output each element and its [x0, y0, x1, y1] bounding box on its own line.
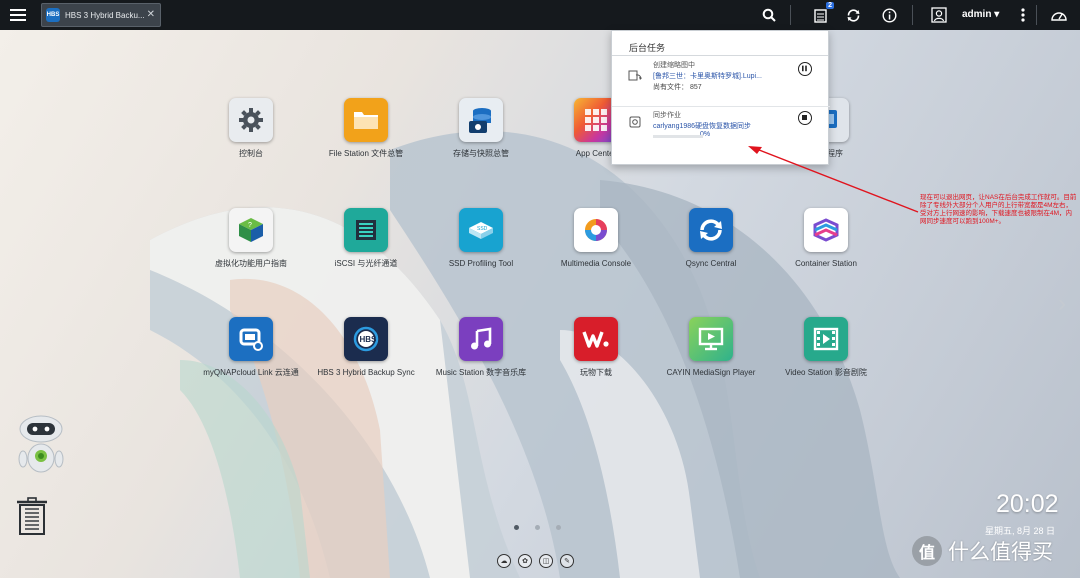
- stop-button[interactable]: [798, 111, 812, 125]
- app-hbs3[interactable]: HBS HBS 3 Hybrid Backup Sync: [311, 317, 421, 378]
- cloud-link-icon: [229, 317, 273, 361]
- app-label: 玩物下载: [580, 368, 612, 377]
- close-icon[interactable]: ✕: [147, 9, 155, 20]
- storage-icon: [459, 98, 503, 142]
- download-icon: [574, 317, 618, 361]
- task-item-thumbnail: 创建缩略图中 [鲁邦三世：卡里奥斯特罗城].Lupi... 尚有文件： 857: [612, 57, 830, 107]
- app-label: Qsync Central: [685, 259, 737, 268]
- hbs-tab-icon: HBS: [46, 8, 60, 22]
- info-icon[interactable]: [878, 4, 900, 26]
- dashboard-icon[interactable]: [1048, 4, 1070, 26]
- app-ssd-profiling[interactable]: SSD SSD Profiling Tool: [426, 208, 536, 269]
- app-qsync-central[interactable]: Qsync Central: [656, 208, 766, 269]
- sync-icon: [689, 208, 733, 252]
- music-icon: [459, 317, 503, 361]
- dock-mycloud-icon[interactable]: ☁: [497, 554, 511, 568]
- app-multimedia-console[interactable]: Multimedia Console: [541, 208, 651, 269]
- app-virtualization-guide[interactable]: ? 虚拟化功能用户指南: [196, 208, 306, 269]
- app-container-station[interactable]: Container Station: [771, 208, 881, 269]
- robot-assistant-icon[interactable]: [14, 414, 70, 476]
- search-icon[interactable]: [758, 4, 780, 26]
- task-file: [鲁邦三世：卡里奥斯特罗城].Lupi...: [653, 73, 762, 80]
- page-dot[interactable]: [535, 525, 540, 530]
- task-name: 同步作业: [653, 112, 681, 119]
- next-page-chevron-icon[interactable]: ›: [1058, 290, 1066, 318]
- background-task-icon[interactable]: 2: [810, 2, 834, 26]
- separator: [912, 5, 913, 25]
- svg-text:?: ?: [248, 222, 252, 229]
- watermark-logo: 值: [912, 536, 942, 566]
- top-bar: HBS HBS 3 Hybrid Backu... ✕ 2 admin ▾: [0, 0, 1080, 30]
- annotation-arrow: [748, 146, 919, 213]
- thumbnail-task-icon: [628, 70, 642, 81]
- panel-title: 后台任务: [612, 31, 828, 56]
- app-storage-snapshots[interactable]: 存储与快照总管: [426, 98, 536, 159]
- separator: [790, 5, 791, 25]
- app-wanwu-download[interactable]: 玩物下载: [541, 317, 651, 378]
- video-icon: [804, 317, 848, 361]
- wallpaper-art: [150, 131, 900, 578]
- app-label: 存储与快照总管: [453, 149, 509, 158]
- user-avatar-icon[interactable]: [928, 4, 950, 26]
- trash-icon[interactable]: [16, 496, 48, 536]
- app-label: Multimedia Console: [560, 259, 632, 268]
- app-video-station[interactable]: Video Station 影音剧院: [771, 317, 881, 378]
- app-label: SSD Profiling Tool: [448, 259, 514, 268]
- bottom-dock: ☁ ✿ ◫ ✎: [497, 554, 574, 568]
- dock-tools-icon[interactable]: ✿: [518, 554, 532, 568]
- task-name: 创建缩略图中: [653, 62, 695, 69]
- app-label: 虚拟化功能用户指南: [215, 259, 287, 268]
- sync-progress-bar: [653, 135, 703, 138]
- app-label: CAYIN MediaSign Player: [666, 368, 756, 377]
- separator: [1036, 5, 1037, 25]
- app-file-station[interactable]: File Station 文件总管: [311, 98, 421, 159]
- app-iscsi[interactable]: iSCSI 与光纤通道: [311, 208, 421, 269]
- watermark: 值 什么值得买: [912, 536, 1053, 566]
- multimedia-icon: [574, 208, 618, 252]
- app-label: Video Station 影音剧院: [785, 368, 867, 377]
- pause-button[interactable]: [798, 62, 812, 76]
- app-label: File Station 文件总管: [328, 149, 404, 158]
- page-dot[interactable]: [514, 525, 519, 530]
- sync-job-name: carlyang1986硬盘恢复数据同步: [653, 123, 752, 130]
- folder-icon: [344, 98, 388, 142]
- task-count-badge: 2: [826, 2, 834, 9]
- app-label: iSCSI 与光纤通道: [334, 259, 398, 268]
- main-menu-button[interactable]: [10, 5, 30, 25]
- app-label: Container Station: [795, 259, 857, 268]
- app-control-panel[interactable]: 控制台: [196, 98, 306, 159]
- app-cayin-mediasign[interactable]: CAYIN MediaSign Player: [656, 317, 766, 378]
- tab-hbs3[interactable]: HBS HBS 3 Hybrid Backu... ✕: [41, 3, 161, 27]
- virtualization-icon: ?: [229, 208, 273, 252]
- svg-text:HBS: HBS: [360, 335, 378, 344]
- app-myqnapcloud-link[interactable]: myQNAPcloud Link 云连通: [196, 317, 306, 378]
- desktop-wallpaper: [0, 30, 1080, 578]
- dock-help-icon[interactable]: ◫: [539, 554, 553, 568]
- clock-time: 20:02: [996, 490, 1059, 518]
- gear-icon: [229, 98, 273, 142]
- dock-feedback-icon[interactable]: ✎: [560, 554, 574, 568]
- iscsi-icon: [344, 208, 388, 252]
- ssd-icon: SSD: [459, 208, 503, 252]
- sync-status-icon[interactable]: [842, 4, 864, 26]
- page-indicator[interactable]: [514, 525, 561, 530]
- app-music-station[interactable]: Music Station 数字音乐库: [426, 317, 536, 378]
- svg-text:SSD: SSD: [477, 226, 488, 232]
- app-label: 控制台: [239, 149, 263, 158]
- app-label: Music Station 数字音乐库: [435, 368, 527, 377]
- task-remaining: 尚有文件： 857: [653, 84, 702, 91]
- app-label: myQNAPcloud Link 云连通: [203, 368, 299, 377]
- annotation-text: 现在可以退出网页，让NAS在后台完成工作就可。目前除了专线外大部分个人用户的上行…: [920, 194, 1077, 225]
- app-label: HBS 3 Hybrid Backup Sync: [317, 368, 415, 377]
- mediasign-icon: [689, 317, 733, 361]
- page-dot[interactable]: [556, 525, 561, 530]
- tab-label: HBS 3 Hybrid Backu...: [65, 10, 145, 20]
- hbs-icon: HBS: [344, 317, 388, 361]
- sync-job-icon: [629, 116, 641, 128]
- more-options-icon[interactable]: [1012, 4, 1034, 26]
- user-menu[interactable]: admin ▾: [962, 9, 999, 20]
- watermark-text: 什么值得买: [948, 541, 1053, 564]
